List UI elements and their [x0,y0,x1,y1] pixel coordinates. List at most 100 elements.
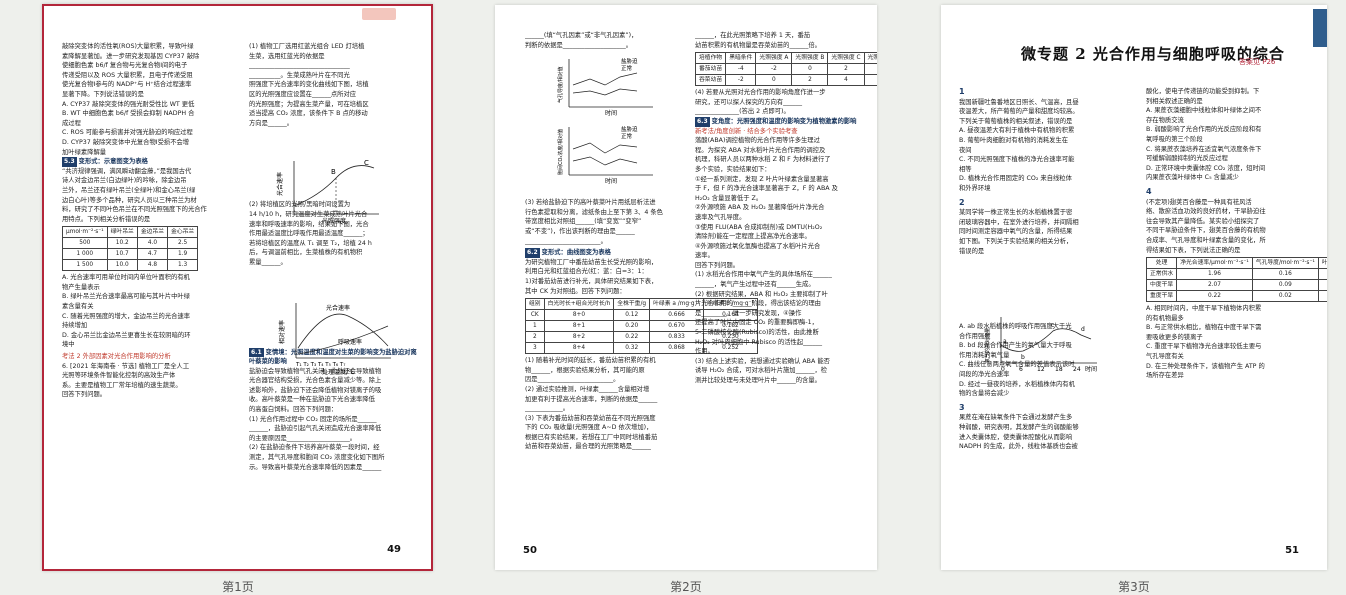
legend-normal: 正常 [621,64,633,72]
text-line: A. 光合速率可用单位时间内单位叶面积的有机 [62,274,190,282]
header-stripe [1313,9,1327,47]
text-line: A. CYP37 敲除突变体的强光耐受性比 WT 更低 [62,100,195,108]
table-cell: 1 500 [62,259,108,272]
tick-0: 0 [1001,366,1005,373]
text-line: 和外界环境 [959,184,991,192]
text-line: ______，盐胁迫引起气孔关闭造成光合速率降低 [249,425,382,433]
table-row: 1 000 10.7 4.7 1.9 [62,248,199,261]
text-line: 机理，科研人员以两种水稻 Z 和 F 为材料进行了 [695,156,831,164]
legend-salt: 盐胁迫 [621,125,638,133]
table-header-cell: 光照强度 B [791,52,829,65]
page-caption-3: 第3页 [1118,580,1150,594]
text-line: B. 与正常供水相比，植物在中度干旱下需 [1146,324,1262,332]
text-line: 为研究植物工厂中番茄幼苗生长受光照的影响， [525,258,658,266]
page-thumbnail-3[interactable]: 微专题 2 光合作用与细胞呼吸的综合 答案见 P26 1 我国新疆吐鲁番地区日照长… [941,5,1327,570]
table-header-cell: 培植作物 [694,52,727,65]
text-line: ________________________。 [525,237,607,245]
text-line: 带宽度相比对照组______(填“变宽”“变窄” [525,218,642,226]
table-cell: 10.7 [106,248,138,261]
text-line: 区的光照强度应设置在______点所对应 [249,90,357,98]
text-line: “共济规律强调，满风瞬动翻金藤，”是我国古代 [62,167,192,175]
text-line: __________。生菜成熟叶片在不同光 [249,71,350,79]
y-axis-label: 气孔导度/相对值 [557,66,564,103]
table-cell: 0.32 [613,342,651,355]
text-line: 幼苗积累的有机物量是吞菜幼苗的______倍。 [695,41,821,49]
text-line: 如下图。下列关于实验结果的相关分析， [959,237,1073,245]
text-line: 显著下降。下列说法错误的是 [62,90,144,98]
question-number: 2 [959,197,965,207]
header-tag [362,8,396,20]
table-cell: 重度干旱 [1145,290,1178,303]
table-row: 番茄幼苗-4-2028 [694,63,877,76]
tick-6: 6 [1019,366,1023,373]
text-line: B. 弱酸影响了光合作用的光反应阶段和有 [1146,126,1262,134]
light-rate-table: μmol·m⁻²·s⁻¹ 绿叶吊兰 金边吊兰 金心吊兰 500 10.2 4.0 2.5 1 0… [62,226,199,272]
table-header-cell: 金边吊兰 [136,226,169,239]
table-header-cell: 处理 [1145,257,1178,270]
text-line: 使光复合物Ⅰ参与的 NADP⁺与 H⁺结合过程速率 [62,81,192,89]
text-line: ______，在此光照策略下培养 1 天，番茄 [695,32,811,39]
text-line: (4) 若要从光照对光合作用的影响角度作进一步 [695,89,826,97]
text-line: 适当提高 CO₂ 浓度，该条件下 B 点的移动 [249,110,368,118]
table-header-cell: 黑暗条件 [725,52,757,65]
text-line: B. 葡萄叶肉细胞对有机物的消耗发生在 [959,136,1069,144]
point-a: a [1003,338,1007,345]
text-line: 落酸(ABA)调控植物的光合作用等许多生理过 [695,137,820,145]
table-cell: 0 [755,74,793,87]
text-line: 不同干旱胁迫条件下，翅荚百合藤的有机物 [1146,227,1266,235]
table-row: 中度干旱2.070.091.066 [1145,279,1327,292]
table-row: 1 500 10.0 4.8 1.3 [62,259,199,272]
text-line: (2) 在盐胁迫条件下培养高叶蔡菜一段时间，经 [249,444,380,452]
table-row: 500 10.2 4.0 2.5 [62,237,199,250]
text-line: 列相关叙述正确的是 [1146,97,1203,105]
stomatal-conductance-graph: 盐胁迫 正常 时间 气孔导度/相对值 [557,57,653,117]
text-line: 加更有利于提高光合速率，判断的依据是______ [525,395,658,403]
table-cell: -2 [755,63,793,76]
text-line: 素含量有关 [62,303,94,311]
table-cell: 4 [827,74,865,87]
table-row: 吞菜幼苗-20244 [694,74,877,87]
text-line: D. 在三种处理条件下，该植物产生 ATP 的 [1146,362,1265,370]
text-line: (1) 水稻光合作用中氧气产生的具体场所在______ [695,271,832,279]
text-line: (1) 光合作用过程中 CO₂ 固定的场所是______ [249,415,377,423]
text-line: (1) 植物工厂选用红蓝光组合 LED 灯培植 [249,43,365,50]
table-cell: 0.22 [613,331,651,344]
text-line: 速率及气孔导度。 [695,213,746,221]
text-line: 传递受阻以及 ROS 大量积累，且电子传递受阻 [62,71,193,79]
text-line: 根据已有实验结果，若想在工厂中同时培植番茄 [525,433,658,441]
text-line: ④外源喷施过氧化氢酶也提高了水稻叶片光合 [695,242,821,250]
oxygen-content-graph: 0 6 12 18 24 时间 a b c d 氧气的相对含量 [984,317,1097,373]
table-cell: 0.02 [1251,290,1319,303]
text-line: D. 经过一昼夜的培养，水稻植株体内有机 [959,380,1075,388]
exam-tip: 新考法/角度创新 · 结合多个实验考查 [695,127,798,135]
text-line: ________________________________ [249,62,350,70]
text-line: 用特点。下列相关分析错误的是 [62,215,151,223]
point-c-label: C [364,159,369,167]
text-line: 因是________________________。 [525,376,620,384]
page-thumbnail-1[interactable]: 敲除突变体的活性氧(ROS)大量积累，导致叶绿 素降解显著加。进一步研究发现基因 … [42,4,433,571]
text-line: A. 昼夜温差大有利于植株中有机物的积累 [959,127,1075,135]
text-line: 加叶绿素降解量 [62,148,107,156]
text-line: 往会导致其产量降低。某实验小组探究了 [1146,217,1260,225]
text-line: ②外源喷施 ABA 及 H₂O₂ 显著降低叶片净光合 [695,204,825,212]
text-line: (1) 随着补光时间的延长，番茄幼苗积累的有机 [525,357,656,365]
tick-24: 24 [1073,366,1081,373]
text-line: 示。导致高叶蔡菜光合速率降低的因素是______ [249,463,382,471]
page-thumbnail-2[interactable]: ______(填“气孔因素”或“非气孔因素”)， 判断的依据是__________… [495,5,877,570]
text-line: 系。主要是植物工厂常年培植的速生蔬菜。 [62,381,182,389]
text-line: 存在物质交流 [1146,116,1184,124]
text-line: 6. [2021 年海南卷 · 节选] 植物工厂是全人工 [62,362,190,370]
text-line: 片光合作用的______阶段，得出该结论的理由 [695,300,821,308]
temperature-curve-graph: 光合速率 呼吸速率 T₁ T₂ T₃ T₄ T₅ T₆ T₇ 处理温度/℃ 相对… [278,303,391,376]
table-cell: 0.20 [613,320,651,333]
text-line: 下的 CO₂ 吸收量(光照强度 A~D 依次增加)， [525,424,653,432]
x-axis-label: 处理温度/℃ [322,368,355,376]
text-line: D. 正常环境中类囊体腔 CO₂ 浓度，短时间 [1146,164,1266,172]
text-line: 1)对番茄幼苗进行补光，具体研究结果如下表， [525,277,658,285]
text-line: 素降解显著加。进一步研究发现基因 CYP37 敲除 [62,52,200,60]
text-line: 累量______。 [249,258,287,266]
page-number: 50 [523,545,537,556]
text-line: 的高蛋白饲料。回答下列问题： [249,406,338,414]
text-line: 境中 [62,341,75,349]
